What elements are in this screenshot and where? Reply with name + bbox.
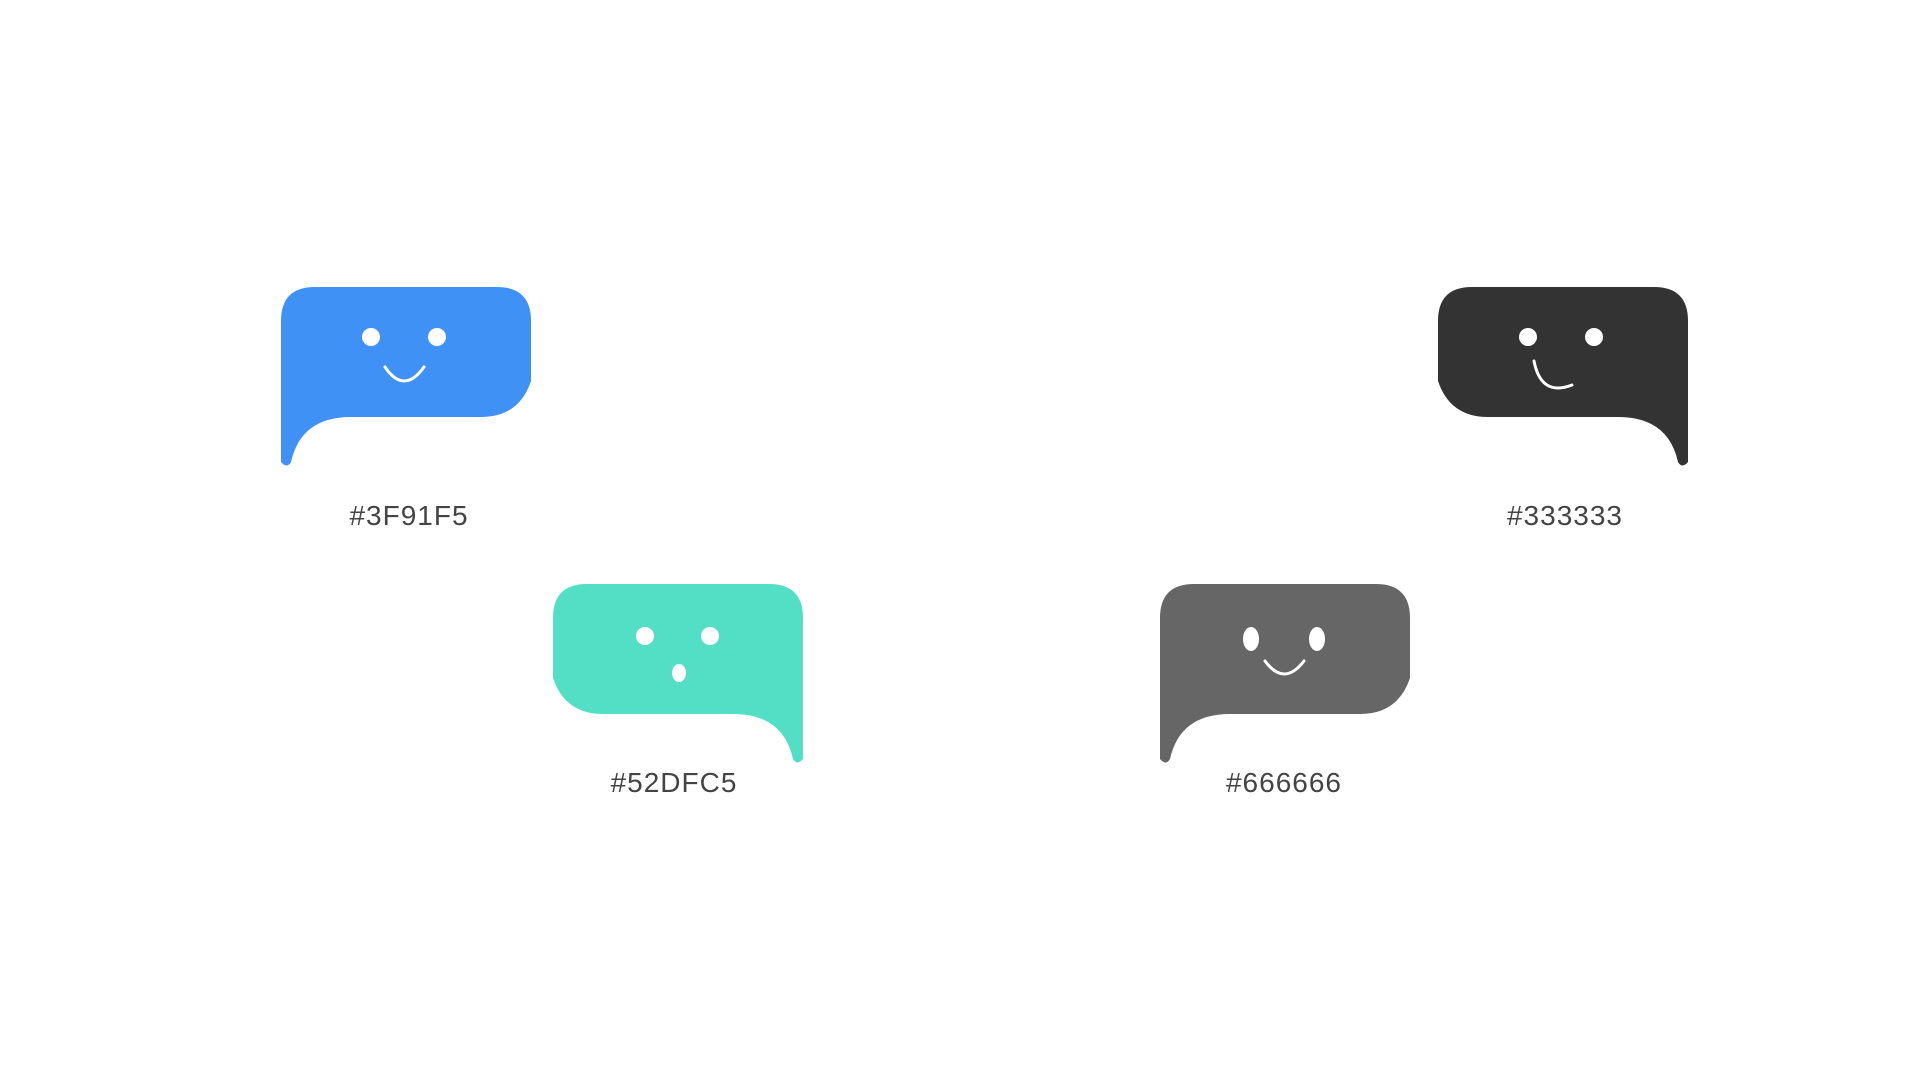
bubble-shape — [281, 287, 531, 466]
right-eye — [701, 627, 719, 645]
swatch-label-dark: #333333 — [1506, 500, 1623, 531]
left-eye — [1519, 328, 1537, 346]
swatch-teal — [553, 584, 803, 764]
smiling-chat-bubble-icon — [1438, 287, 1688, 466]
swatch-blue — [281, 287, 531, 467]
swatch-label-blue: #3F91F5 — [349, 500, 469, 531]
smiling-chat-bubble-icon — [1160, 584, 1410, 763]
smiling-chat-bubble-icon — [281, 287, 531, 466]
left-eye — [362, 328, 380, 346]
swatch-label-gray: #666666 — [1225, 767, 1342, 798]
swatch-label-teal: #52DFC5 — [610, 767, 738, 798]
swatch-dark — [1438, 287, 1688, 467]
left-eye — [1243, 627, 1259, 651]
left-eye — [636, 627, 654, 645]
mouth — [672, 664, 686, 682]
right-eye — [428, 328, 446, 346]
bubble-shape — [1438, 287, 1688, 466]
surprised-chat-bubble-icon — [553, 584, 803, 763]
swatch-gray — [1160, 584, 1410, 764]
right-eye — [1309, 627, 1325, 651]
right-eye — [1585, 328, 1603, 346]
